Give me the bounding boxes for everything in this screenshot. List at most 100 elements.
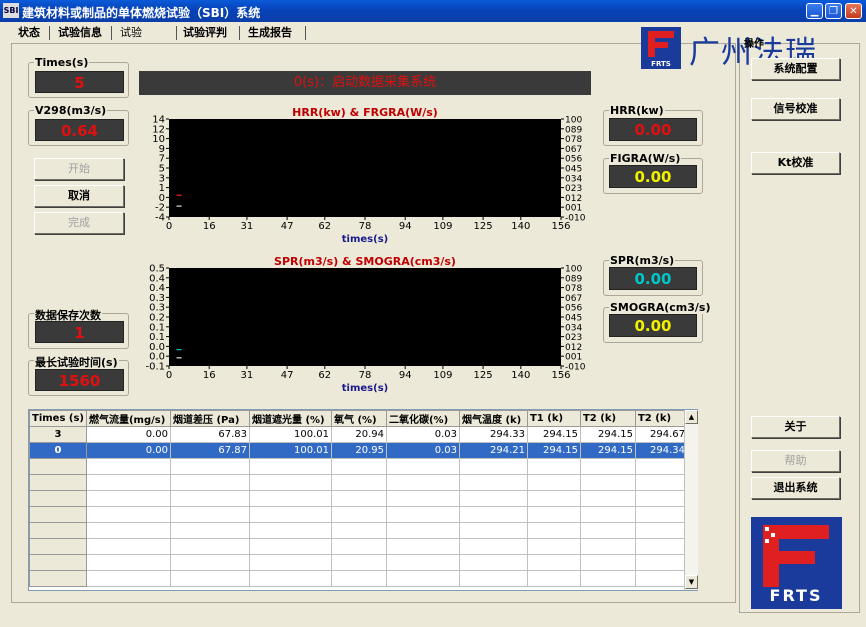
table-cell[interactable]: 294.15 bbox=[526, 426, 581, 443]
table-cell[interactable] bbox=[330, 522, 387, 539]
table-cell[interactable] bbox=[526, 490, 581, 507]
table-row[interactable] bbox=[29, 474, 688, 491]
table-cell[interactable] bbox=[330, 554, 387, 571]
table-cell[interactable] bbox=[526, 554, 581, 571]
table-cell[interactable] bbox=[634, 570, 688, 587]
table-cell[interactable] bbox=[385, 490, 460, 507]
table-cell[interactable]: 67.83 bbox=[169, 426, 250, 443]
table-cell[interactable]: 294.15 bbox=[526, 442, 581, 459]
table-cell[interactable] bbox=[169, 538, 250, 555]
table-cell[interactable] bbox=[385, 522, 460, 539]
table-cell[interactable] bbox=[248, 538, 332, 555]
system-config-button[interactable]: 系统配置 bbox=[751, 58, 840, 80]
table-cell[interactable] bbox=[385, 458, 460, 475]
column-header[interactable]: 氧气 (%) bbox=[330, 410, 387, 427]
table-cell[interactable]: 67.87 bbox=[169, 442, 250, 459]
table-cell[interactable] bbox=[526, 522, 581, 539]
table-cell[interactable] bbox=[385, 554, 460, 571]
table-cell[interactable] bbox=[579, 458, 636, 475]
row-header-cell[interactable]: 3 bbox=[29, 426, 87, 443]
tab-test[interactable]: 试验 bbox=[120, 24, 142, 42]
table-row[interactable] bbox=[29, 490, 688, 507]
table-cell[interactable] bbox=[634, 458, 688, 475]
table-cell[interactable]: 100.01 bbox=[248, 426, 332, 443]
table-cell[interactable]: 20.95 bbox=[330, 442, 387, 459]
table-cell[interactable] bbox=[526, 506, 581, 523]
table-cell[interactable] bbox=[579, 490, 636, 507]
column-header[interactable]: 燃气流量(mg/s) bbox=[85, 410, 171, 427]
table-cell[interactable] bbox=[248, 506, 332, 523]
table-cell[interactable] bbox=[330, 570, 387, 587]
finish-button[interactable]: 完成 bbox=[34, 212, 124, 234]
table-row[interactable]: 3 0.00 67.83 100.01 20.94 0.03 294.33 294.15 294… bbox=[29, 426, 688, 443]
table-row[interactable] bbox=[29, 554, 688, 571]
table-cell[interactable]: 294.15 bbox=[579, 426, 636, 443]
scroll-down-icon[interactable]: ▼ bbox=[685, 575, 698, 589]
table-cell[interactable] bbox=[634, 490, 688, 507]
table-cell[interactable] bbox=[385, 538, 460, 555]
table-cell[interactable] bbox=[85, 570, 171, 587]
table-cell[interactable] bbox=[526, 458, 581, 475]
table-cell[interactable] bbox=[248, 458, 332, 475]
scroll-up-icon[interactable]: ▲ bbox=[685, 410, 698, 424]
row-header-cell[interactable] bbox=[29, 570, 87, 587]
column-header[interactable]: T1 (k) bbox=[526, 410, 581, 427]
table-cell[interactable] bbox=[458, 538, 528, 555]
tab-report[interactable]: 生成报告 bbox=[248, 24, 292, 42]
column-header[interactable]: 烟道遮光量 (%) bbox=[248, 410, 332, 427]
signal-calibration-button[interactable]: 信号校准 bbox=[751, 98, 840, 120]
table-cell[interactable] bbox=[526, 570, 581, 587]
table-cell[interactable] bbox=[634, 538, 688, 555]
table-cell[interactable] bbox=[85, 490, 171, 507]
column-header[interactable]: 烟道差压 (Pa) bbox=[169, 410, 250, 427]
table-cell[interactable]: 294.15 bbox=[579, 442, 636, 459]
table-cell[interactable] bbox=[579, 522, 636, 539]
about-button[interactable]: 关于 bbox=[751, 416, 840, 438]
row-header-cell[interactable] bbox=[29, 554, 87, 571]
row-header-cell[interactable] bbox=[29, 458, 87, 475]
column-header[interactable]: Times (s) bbox=[29, 410, 87, 427]
table-cell[interactable] bbox=[634, 522, 688, 539]
table-cell[interactable] bbox=[169, 570, 250, 587]
help-button[interactable]: 帮助 bbox=[751, 450, 840, 472]
table-cell[interactable]: 294.34 bbox=[634, 442, 688, 459]
table-cell[interactable] bbox=[385, 474, 460, 491]
table-cell[interactable] bbox=[458, 490, 528, 507]
tab-evaluation[interactable]: 试验评判 bbox=[183, 24, 227, 42]
restore-icon[interactable]: ❐ bbox=[825, 3, 842, 19]
tab-test-info[interactable]: 试验信息 bbox=[58, 24, 102, 42]
table-cell[interactable] bbox=[169, 554, 250, 571]
row-header-cell[interactable]: 0 bbox=[29, 442, 87, 459]
table-cell[interactable] bbox=[85, 458, 171, 475]
table-cell[interactable] bbox=[169, 474, 250, 491]
table-cell[interactable] bbox=[579, 570, 636, 587]
table-cell[interactable] bbox=[579, 538, 636, 555]
table-cell[interactable] bbox=[385, 506, 460, 523]
table-cell[interactable] bbox=[248, 490, 332, 507]
table-cell[interactable] bbox=[579, 554, 636, 571]
table-cell[interactable]: 0.00 bbox=[85, 426, 171, 443]
table-cell[interactable] bbox=[248, 554, 332, 571]
start-button[interactable]: 开始 bbox=[34, 158, 124, 180]
table-row[interactable] bbox=[29, 458, 688, 475]
table-cell[interactable]: 0.03 bbox=[385, 442, 460, 459]
minimize-icon[interactable]: ▁ bbox=[806, 3, 823, 19]
table-row[interactable]: 0 0.00 67.87 100.01 20.95 0.03 294.21 294.15 294… bbox=[29, 442, 688, 459]
table-row[interactable] bbox=[29, 538, 688, 555]
table-cell[interactable] bbox=[458, 506, 528, 523]
table-cell[interactable] bbox=[458, 522, 528, 539]
table-cell[interactable] bbox=[85, 506, 171, 523]
table-cell[interactable]: 100.01 bbox=[248, 442, 332, 459]
table-cell[interactable] bbox=[248, 570, 332, 587]
table-cell[interactable]: 20.94 bbox=[330, 426, 387, 443]
column-header[interactable]: 烟气温度 (k) bbox=[458, 410, 528, 427]
data-table[interactable]: Times (s) 燃气流量(mg/s) 烟道差压 (Pa) 烟道遮光量 (%)… bbox=[28, 409, 698, 591]
table-cell[interactable] bbox=[458, 554, 528, 571]
table-cell[interactable] bbox=[85, 554, 171, 571]
tab-status[interactable]: 状态 bbox=[18, 24, 40, 42]
table-cell[interactable] bbox=[526, 538, 581, 555]
column-header[interactable]: T2 (k) bbox=[634, 410, 688, 427]
row-header-cell[interactable] bbox=[29, 474, 87, 491]
table-cell[interactable] bbox=[169, 506, 250, 523]
table-cell[interactable] bbox=[634, 474, 688, 491]
